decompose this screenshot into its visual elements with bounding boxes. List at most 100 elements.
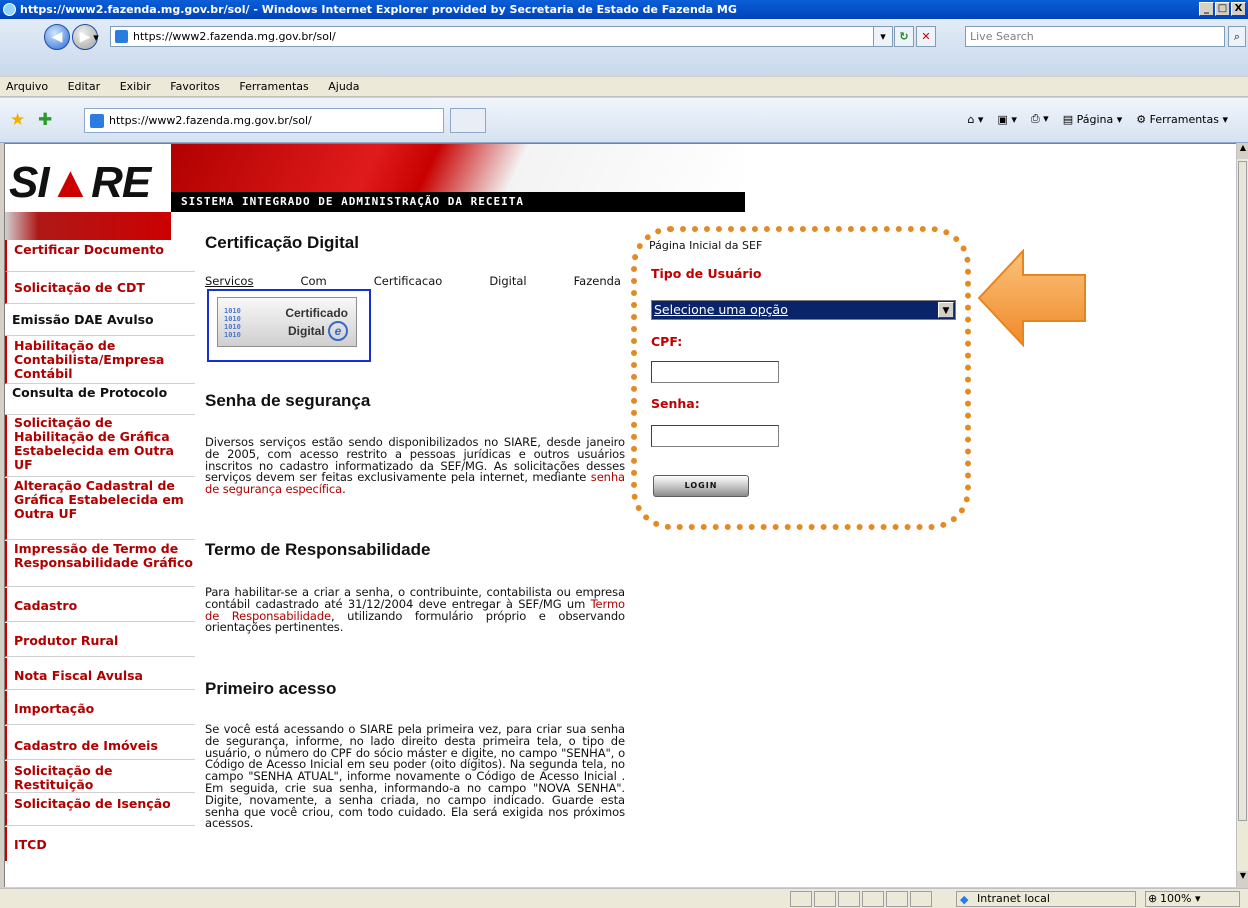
command-bar: ⌂ ▾ ▣ ▾ ⎙ ▾ ▤ Página ▾ ⚙ Ferramentas ▾ [967, 112, 1228, 126]
chevron-down-icon[interactable]: ▼ [938, 302, 954, 318]
cert-title: Certificação Digital [205, 233, 359, 252]
back-button[interactable]: ◀ [44, 24, 70, 50]
maximize-button[interactable]: □ [1215, 2, 1230, 16]
senha-label: Senha: [651, 396, 700, 411]
sidebar-item-cadastro-imoveis[interactable]: Cadastro de Imóveis [5, 726, 195, 760]
services-word: Certificacao [373, 274, 443, 288]
cert-digital-button[interactable]: 1010 1010 1010 1010 Certificado Digital … [207, 289, 371, 362]
status-pane [790, 891, 812, 907]
sidebar-item-produtor-rural[interactable]: Produtor Rural [5, 623, 195, 657]
address-dropdown-icon[interactable]: ▾ [873, 26, 893, 47]
termo-paragraph: Para habilitar-se a criar a senha, o con… [205, 585, 625, 635]
cert-label-2: Digital [287, 324, 325, 338]
sidebar-item-solicitacao-restituicao[interactable]: Solicitação de Restituição [5, 761, 195, 793]
cpf-input[interactable] [651, 361, 779, 383]
status-pane [838, 891, 860, 907]
binary-icon: 1010 1010 1010 1010 [224, 307, 241, 339]
status-pane [862, 891, 884, 907]
page-menu-label: Página [1076, 112, 1114, 126]
sidebar-item-itcd[interactable]: ITCD [5, 827, 195, 861]
tipo-usuario-label: Tipo de Usuário [651, 266, 762, 281]
page-menu[interactable]: ▤ Página ▾ [1063, 113, 1123, 126]
zoom-control[interactable]: ⊕ 100% ▾ [1145, 891, 1240, 907]
services-link[interactable]: Servicos [205, 275, 253, 288]
e-logo-icon: e [328, 321, 348, 341]
primeiro-title: Primeiro acesso [205, 679, 337, 698]
sidebar-item-certificar-documento[interactable]: Certificar Documento [5, 240, 195, 272]
tipo-usuario-value: Selecione uma opção [654, 302, 788, 317]
menu-exibir[interactable]: Exibir [120, 80, 151, 93]
minimize-button[interactable]: _ [1199, 2, 1214, 16]
status-bar: ◆ Intranet local ⊕ 100% ▾ [0, 888, 1248, 908]
sidebar-item-solicitacao-cdt[interactable]: Solicitação de CDT [5, 272, 195, 304]
address-url: https://www2.fazenda.mg.gov.br/sol/ [133, 30, 336, 43]
page-icon [115, 30, 128, 43]
services-word: Digital [489, 274, 527, 288]
sidebar-item-habilitacao-grafica[interactable]: Solicitação de Habilitação de Gráfica Es… [5, 415, 195, 477]
refresh-icon[interactable]: ↻ [894, 26, 914, 47]
menu-favoritos[interactable]: Favoritos [170, 80, 220, 93]
senha-paragraph: Diversos serviços estão sendo disponibil… [205, 435, 625, 497]
tab-title: https://www2.fazenda.mg.gov.br/sol/ [109, 114, 312, 127]
tools-menu[interactable]: ⚙ Ferramentas ▾ [1136, 113, 1228, 126]
menu-bar: Arquivo Editar Exibir Favoritos Ferramen… [0, 77, 1248, 97]
stop-icon[interactable]: ✕ [916, 26, 936, 47]
page-icon [90, 114, 104, 128]
senha-input[interactable] [651, 425, 779, 447]
sidebar-item-solicitacao-isencao[interactable]: Solicitação de Isenção [5, 794, 195, 826]
banner-image [171, 144, 745, 192]
sidebar-item-consulta-protocolo[interactable]: Consulta de Protocolo [5, 385, 195, 415]
search-input[interactable]: Live Search [965, 26, 1225, 47]
close-button[interactable]: X [1231, 2, 1246, 16]
services-link-row: Servicos Com Certificacao Digital Fazend… [205, 275, 621, 288]
scroll-up-icon[interactable]: ▲ [1237, 143, 1248, 159]
services-word: Fazenda [573, 274, 621, 288]
scroll-thumb[interactable] [1238, 161, 1247, 821]
sidebar-item-importacao[interactable]: Importação [5, 691, 195, 725]
menu-editar[interactable]: Editar [68, 80, 101, 93]
status-pane [910, 891, 932, 907]
vertical-scrollbar[interactable]: ▲ ▼ [1236, 143, 1248, 887]
history-dropdown-icon[interactable]: ▾ [88, 28, 104, 49]
intranet-icon: ◆ [960, 893, 969, 906]
new-tab-button[interactable] [450, 108, 486, 133]
tipo-usuario-select[interactable]: Selecione uma opção ▼ [651, 300, 956, 320]
sidebar-item-cadastro[interactable]: Cadastro [5, 588, 195, 622]
login-button[interactable]: LOGIN [653, 475, 749, 497]
senha-title: Senha de segurança [205, 391, 371, 410]
menu-arquivo[interactable]: Arquivo [6, 80, 48, 93]
add-favorites-icon[interactable]: ✚ [38, 110, 52, 130]
tab-current[interactable]: https://www2.fazenda.mg.gov.br/sol/ [84, 108, 444, 133]
window-title-bar: https://www2.fazenda.mg.gov.br/sol/ - Wi… [0, 0, 1248, 19]
search-icon[interactable]: ⌕ [1228, 26, 1246, 47]
sidebar-item-habilitacao-contabilista[interactable]: Habilitação de Contabilista/Empresa Cont… [5, 336, 195, 384]
siare-logo: SI▲RE [9, 158, 151, 207]
address-input[interactable]: https://www2.fazenda.mg.gov.br/sol/ [110, 26, 890, 47]
sidebar-item-nota-fiscal-avulsa[interactable]: Nota Fiscal Avulsa [5, 658, 195, 690]
scroll-down-icon[interactable]: ▼ [1237, 871, 1248, 887]
status-pane [814, 891, 836, 907]
page-viewport: SI▲RE SISTEMA INTEGRADO DE ADMINISTRAÇÃO… [4, 143, 1236, 887]
status-pane [886, 891, 908, 907]
cert-digital-image: 1010 1010 1010 1010 Certificado Digital … [217, 297, 357, 347]
services-word: Com [300, 274, 327, 288]
sidebar-item-alteracao-grafica[interactable]: Alteração Cadastral de Gráfica Estabelec… [5, 478, 195, 540]
menu-ajuda[interactable]: Ajuda [328, 80, 359, 93]
security-zone: ◆ Intranet local [956, 891, 1136, 907]
primeiro-paragraph: Se você está acessando o SIARE pela prim… [205, 722, 625, 831]
sidebar-item-emissao-dae[interactable]: Emissão DAE Avulso [5, 304, 195, 336]
termo-title: Termo de Responsabilidade [205, 540, 431, 559]
feeds-icon[interactable]: ▣ ▾ [997, 113, 1016, 126]
sidebar-item-impressao-termo[interactable]: Impressão de Termo de Responsabilidade G… [5, 541, 195, 587]
favorites-star-icon[interactable]: ★ [10, 110, 25, 130]
home-icon[interactable]: ⌂ ▾ [967, 113, 983, 126]
window-controls: _ □ X [1199, 2, 1246, 16]
banner-subtitle: SISTEMA INTEGRADO DE ADMINISTRAÇÃO DA RE… [171, 192, 745, 212]
print-icon[interactable]: ⎙ ▾ [1031, 112, 1049, 126]
ie-logo-icon [3, 3, 16, 16]
tools-menu-label: Ferramentas [1149, 112, 1219, 126]
login-panel: Página Inicial da SEF Tipo de Usuário Se… [631, 226, 971, 530]
window-title: https://www2.fazenda.mg.gov.br/sol/ - Wi… [20, 3, 737, 16]
home-link[interactable]: Página Inicial da SEF [649, 239, 762, 252]
menu-ferramentas[interactable]: Ferramentas [239, 80, 308, 93]
